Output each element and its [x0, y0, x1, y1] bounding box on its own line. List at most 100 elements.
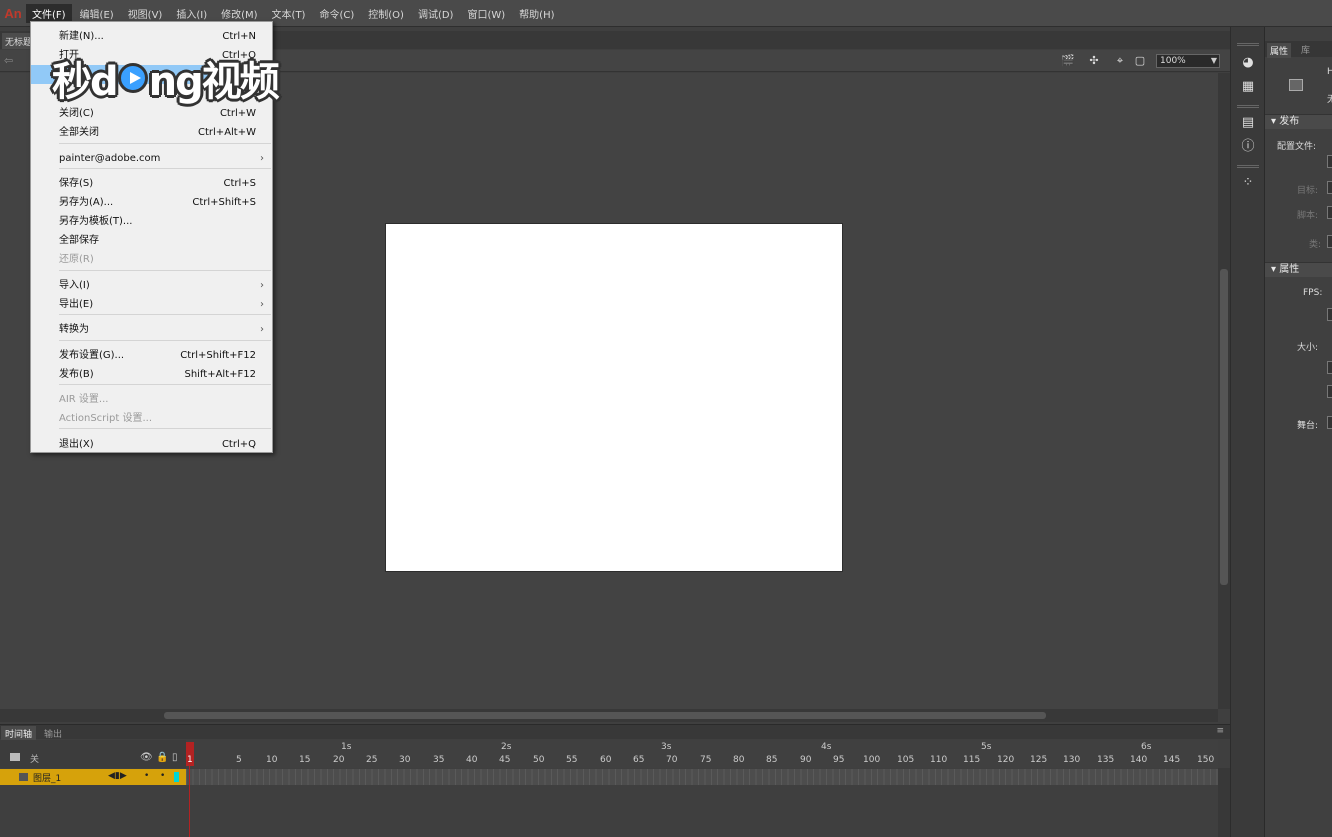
menu-option[interactable]: 导入(I) ›: [31, 276, 272, 295]
align-icon[interactable]: ▤: [1239, 114, 1257, 132]
frame-ruler[interactable]: 1s 2s 3s 4s 5s 6s 5 10 15 20 25 30 35 40 45 50 55 60 65 70 7…: [186, 740, 1218, 768]
eye-icon[interactable]: 👁: [140, 752, 153, 763]
menu-option-label: 发布设置(G)...: [59, 350, 125, 361]
class-label: 类:: [1309, 240, 1322, 250]
layer-row[interactable]: 图层_1 ◀▮▶ • •: [0, 769, 186, 785]
menu-option-label: AIR 设置...: [59, 394, 109, 405]
menu-item[interactable]: 帮助(H): [513, 4, 560, 23]
menu-option-label: 保存(S): [59, 178, 94, 189]
menu-item[interactable]: 文本(T): [266, 4, 312, 23]
second-marker: 2s: [501, 742, 512, 752]
timeline-tab-bar: 时间轴 输出 ≡: [0, 724, 1230, 741]
doc-type-label: H: [1327, 67, 1332, 77]
layer-name[interactable]: 图层_1: [33, 771, 61, 784]
fps-label: FPS:: [1303, 288, 1323, 298]
edit-scene-icon[interactable]: 🎬: [1060, 53, 1076, 69]
menu-option[interactable]: 新建(N)... Ctrl+N: [31, 27, 272, 46]
menu-item[interactable]: 视图(V): [122, 4, 169, 23]
menu-item[interactable]: 控制(O): [362, 4, 410, 23]
dock-grip[interactable]: [1237, 105, 1259, 108]
menu-option-label: 导入(I): [59, 280, 90, 291]
menu-item[interactable]: 修改(M): [215, 4, 263, 23]
menu-option: ActionScript 设置...: [31, 409, 272, 428]
height-field[interactable]: [1327, 385, 1332, 398]
frame-number: 75: [700, 755, 712, 765]
menu-option[interactable]: 另存为(A)... Ctrl+Shift+S: [31, 193, 272, 212]
stage-vertical-scrollbar[interactable]: [1218, 73, 1230, 709]
fps-field[interactable]: [1327, 308, 1332, 321]
panel-menu-icon[interactable]: ≡: [1216, 726, 1224, 736]
target-label: 目标:: [1297, 186, 1319, 196]
swatches-icon[interactable]: ▦: [1239, 78, 1257, 96]
layer-color-swatch[interactable]: [174, 772, 179, 782]
tab-output[interactable]: 输出: [40, 726, 66, 741]
script-select[interactable]: [1327, 206, 1332, 219]
zoom-value: 100%: [1160, 56, 1186, 66]
target-select[interactable]: [1327, 181, 1332, 194]
current-frame-number: 1: [187, 755, 193, 765]
lock-icon[interactable]: 🔒: [156, 752, 168, 763]
menu-option-label: 全部保存: [59, 235, 99, 246]
timeline-vertical-scrollbar[interactable]: [1218, 768, 1230, 837]
document-icon: [1289, 79, 1303, 91]
edit-symbols-icon[interactable]: ✣: [1086, 53, 1102, 69]
stage-color-swatch[interactable]: [1327, 416, 1332, 429]
stage-horizontal-scrollbar[interactable]: [0, 709, 1218, 722]
menu-item[interactable]: 调试(D): [412, 4, 460, 23]
layer-edit-icon[interactable]: ◀▮▶: [108, 771, 127, 781]
publish-section-header[interactable]: ▾ 发布: [1265, 114, 1332, 129]
chevron-right-icon: ›: [260, 153, 264, 164]
color-icon[interactable]: ◕: [1239, 54, 1257, 72]
menu-option: AIR 设置...: [31, 390, 272, 409]
layer-column-header: 关 👁 🔒 ▯: [0, 740, 186, 768]
menu-item[interactable]: 编辑(E): [74, 4, 120, 23]
menu-option[interactable]: 导出(E) ›: [31, 295, 272, 314]
menu-option[interactable]: 发布(B) Shift+Alt+F12: [31, 365, 272, 384]
dock-grip[interactable]: [1237, 165, 1259, 168]
menu-option[interactable]: 发布设置(G)... Ctrl+Shift+F12: [31, 346, 272, 365]
frame-number: 110: [930, 755, 948, 765]
menu-option[interactable]: 转换为 ›: [31, 320, 272, 339]
frame-number: 55: [566, 755, 578, 765]
outline-icon[interactable]: ▯: [172, 752, 178, 763]
frame-number: 100: [863, 755, 881, 765]
tab-library[interactable]: 库: [1301, 43, 1310, 56]
menu-option[interactable]: painter@adobe.com ›: [31, 149, 272, 168]
menu-item[interactable]: 插入(I): [170, 4, 213, 23]
playhead-line: [189, 766, 190, 837]
menu-option[interactable]: 全部关闭 Ctrl+Alt+W: [31, 123, 272, 142]
properties-header-label: 属性: [1279, 264, 1300, 275]
stage-canvas[interactable]: [385, 223, 843, 572]
back-arrow-icon[interactable]: ⇦: [4, 54, 13, 67]
publish-header-label: 发布: [1279, 116, 1300, 127]
lock-dot-icon[interactable]: •: [160, 771, 165, 781]
menu-item[interactable]: 窗口(W): [461, 4, 511, 23]
menu-item[interactable]: 文件(F): [26, 3, 72, 23]
properties-section-header[interactable]: ▾ 属性: [1265, 262, 1332, 277]
doc-name-label: 无: [1327, 95, 1332, 105]
tab-properties[interactable]: 属性: [1267, 43, 1292, 58]
clip-stage-icon[interactable]: ▢: [1132, 53, 1148, 69]
menu-item[interactable]: 命令(C): [313, 4, 360, 23]
layer-icon: [19, 773, 28, 781]
scrollbar-thumb[interactable]: [1220, 269, 1228, 585]
menu-option[interactable]: 保存(S) Ctrl+S: [31, 174, 272, 193]
scrollbar-thumb[interactable]: [164, 712, 1046, 719]
tab-timeline[interactable]: 时间轴: [1, 726, 37, 741]
frame-number: 45: [499, 755, 511, 765]
menu-option[interactable]: 退出(X) Ctrl+Q: [31, 435, 272, 454]
width-field[interactable]: [1327, 361, 1332, 374]
class-field[interactable]: [1327, 235, 1332, 248]
dock-grip[interactable]: [1237, 43, 1259, 46]
frame-number: 40: [466, 755, 478, 765]
center-stage-icon[interactable]: ⌖: [1112, 53, 1128, 69]
transform-icon[interactable]: ⁘: [1239, 174, 1257, 192]
info-icon[interactable]: ⓘ: [1239, 138, 1257, 156]
zoom-select[interactable]: 100% ▼: [1156, 54, 1220, 68]
menu-separator: [59, 340, 271, 341]
menu-option[interactable]: 另存为模板(T)...: [31, 212, 272, 231]
layer-frames[interactable]: [186, 769, 1218, 785]
menu-option[interactable]: 全部保存: [31, 231, 272, 250]
visibility-dot-icon[interactable]: •: [144, 771, 149, 781]
profile-edit-button[interactable]: [1327, 155, 1332, 168]
